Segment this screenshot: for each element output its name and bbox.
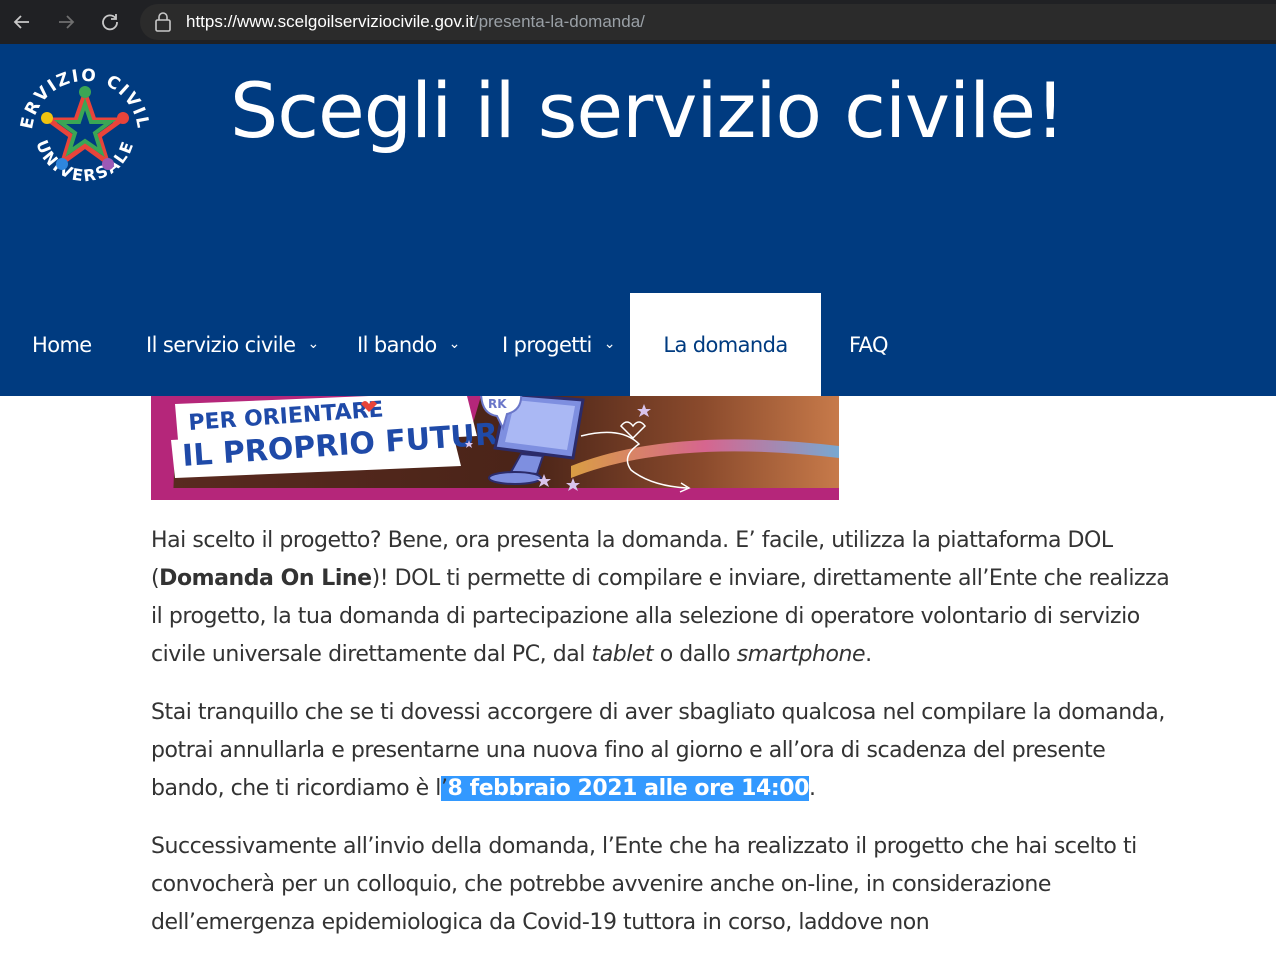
italic-tablet: tablet — [591, 642, 654, 667]
nav-item-il-servizio-civile[interactable]: Il servizio civile ⌄ — [146, 293, 319, 396]
lock-icon — [155, 12, 171, 32]
nav-item-home[interactable]: Home — [32, 293, 92, 396]
text: Successivamente all’invio della domanda,… — [151, 834, 1137, 935]
italic-smartphone: smartphone — [736, 642, 866, 667]
nav-label: Home — [32, 332, 92, 357]
arrow-left-icon — [13, 15, 29, 29]
nav-label: La domanda — [663, 332, 788, 357]
text: . — [808, 776, 816, 801]
text: . — [865, 642, 872, 667]
reload-icon — [102, 14, 118, 31]
paragraph-intro: Hai scelto il progetto? Bene, ora presen… — [151, 522, 1181, 674]
nav-item-i-progetti[interactable]: I progetti ⌄ — [502, 293, 616, 396]
nav-label: I progetti — [502, 332, 592, 357]
site-title: Scegli il servizio civile! — [230, 66, 1065, 155]
paragraph-interview: Successivamente all’invio della domanda,… — [151, 828, 1181, 942]
nav-item-faq[interactable]: FAQ — [849, 293, 888, 396]
servizio-civile-universale-logo[interactable]: SERVIZIO CIVILE UNIVERSALE — [10, 56, 160, 206]
main-content: Hai scelto il progetto? Bene, ora presen… — [151, 522, 1181, 962]
highlighted-deadline[interactable]: 8 febbraio 2021 alle ore 14:00 — [447, 776, 809, 801]
url-text: https://www.scelgoilserviziocivile.gov.i… — [186, 12, 645, 32]
arrow-right-icon — [59, 15, 75, 29]
nav-label: Il bando — [357, 332, 437, 357]
back-button[interactable] — [0, 0, 44, 44]
bold-text-dol: Domanda On Line — [159, 566, 372, 591]
nav-item-il-bando[interactable]: Il bando ⌄ — [357, 293, 460, 396]
url-host: https://www.scelgoilserviziocivile.gov.i… — [186, 12, 474, 31]
reload-button[interactable] — [88, 0, 132, 44]
text: o dallo — [653, 642, 737, 667]
chevron-down-icon: ⌄ — [603, 335, 616, 352]
site-header: SERVIZIO CIVILE UNIVERSALE Scegli il ser… — [0, 44, 1276, 396]
paragraph-deadline: Stai tranquillo che se ti dovessi accorg… — [151, 694, 1181, 808]
banner-image: PER ORIENTARE IL PROPRIO FUTURO RK — [151, 396, 839, 500]
banner-illustration: PER ORIENTARE IL PROPRIO FUTURO RK — [151, 396, 839, 500]
chevron-down-icon: ⌄ — [448, 335, 461, 352]
highlighted-apostrophe: ’ — [440, 776, 448, 801]
browser-toolbar: https://www.scelgoilserviziocivile.gov.i… — [0, 0, 1276, 44]
nav-label: FAQ — [849, 332, 888, 357]
url-path: /presenta-la-domanda/ — [473, 12, 645, 31]
main-nav: Home Il servizio civile ⌄ Il bando ⌄ I p… — [0, 293, 1276, 396]
speech-bubble-text: RK — [488, 397, 507, 411]
nav-item-la-domanda[interactable]: La domanda — [630, 293, 821, 396]
address-bar[interactable]: https://www.scelgoilserviziocivile.gov.i… — [140, 4, 1276, 40]
chevron-down-icon: ⌄ — [307, 335, 319, 352]
nav-label: Il servizio civile — [146, 332, 296, 357]
forward-button[interactable] — [44, 0, 88, 44]
